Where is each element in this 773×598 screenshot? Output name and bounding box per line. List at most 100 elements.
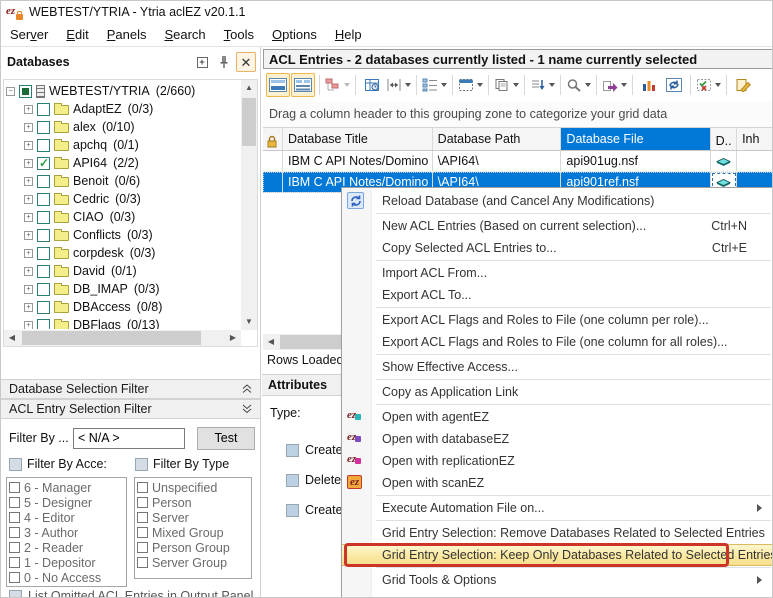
tree-item[interactable]: +DBFlags(0/13) <box>6 316 239 329</box>
tree-item[interactable]: +David(0/1) <box>6 262 239 280</box>
menu-tools[interactable]: Tools <box>215 24 263 45</box>
expand-all-button[interactable]: + <box>192 52 212 72</box>
tree-item[interactable]: +alex(0/10) <box>6 118 239 136</box>
list-item[interactable]: Server <box>137 510 251 525</box>
scroll-right-icon[interactable]: ▶ <box>225 330 241 346</box>
dropdown-icon[interactable] <box>621 83 627 87</box>
expand-icon[interactable]: + <box>24 195 33 204</box>
expand-icon[interactable]: + <box>24 321 33 330</box>
list-item[interactable]: Server Group <box>137 555 251 570</box>
tree-item[interactable]: +AdaptEZ(0/3) <box>6 100 239 118</box>
tree-checkbox[interactable] <box>37 193 50 206</box>
list-item[interactable]: Person Group <box>137 540 251 555</box>
search-button[interactable] <box>565 73 592 97</box>
menu-options[interactable]: Options <box>263 24 326 45</box>
column-header-database-title[interactable]: Database Title <box>283 128 433 150</box>
menu-item-import-acl[interactable]: Import ACL From... <box>342 262 773 284</box>
row-format-button[interactable] <box>421 73 448 97</box>
expand-icon[interactable]: + <box>24 123 33 132</box>
list-omitted-row[interactable]: List Omitted ACL Entries in Output Panel <box>9 589 253 598</box>
tree-checkbox[interactable] <box>37 265 50 278</box>
grouping-rows-button[interactable] <box>324 73 351 97</box>
checkbox[interactable] <box>137 542 148 553</box>
checkbox[interactable] <box>9 497 20 508</box>
scroll-up-icon[interactable]: ▲ <box>241 80 257 96</box>
list-item[interactable]: 4 - Editor <box>9 510 126 525</box>
tree-checkbox[interactable] <box>37 283 50 296</box>
tree-item[interactable]: +DBAccess(0/8) <box>6 298 239 316</box>
list-omitted-checkbox[interactable] <box>9 590 22 598</box>
freeze-pane-button[interactable] <box>360 73 384 97</box>
grid-row[interactable]: IBM C API Notes/Domino 9 \API64\ api901u… <box>263 151 773 172</box>
copy-button[interactable] <box>493 73 520 97</box>
expand-icon[interactable]: + <box>24 231 33 240</box>
scroll-left-icon[interactable]: ◀ <box>263 334 279 350</box>
tree-checkbox[interactable] <box>37 139 50 152</box>
menu-item-export-flags-per-role[interactable]: Export ACL Flags and Roles to File (one … <box>342 309 773 331</box>
tree-checkbox[interactable] <box>37 229 50 242</box>
export-button[interactable] <box>601 73 628 97</box>
menu-help[interactable]: Help <box>326 24 371 45</box>
dropdown-icon[interactable] <box>715 83 721 87</box>
tree-root-checkbox[interactable] <box>19 85 32 98</box>
checkbox[interactable] <box>286 474 299 487</box>
column-header-inherit[interactable]: Inh <box>737 128 773 150</box>
tree-checkbox[interactable] <box>37 103 50 116</box>
checkbox[interactable] <box>9 512 20 523</box>
checkbox[interactable] <box>137 527 148 538</box>
column-header-database-path[interactable]: Database Path <box>433 128 562 150</box>
cell-selection-button[interactable] <box>457 73 484 97</box>
checkbox[interactable] <box>9 482 20 493</box>
acl-entry-selection-filter-bar[interactable]: ACL Entry Selection Filter <box>1 399 260 419</box>
close-panel-button[interactable]: ✕ <box>236 52 256 72</box>
checkbox[interactable] <box>286 444 299 457</box>
database-selection-filter-bar[interactable]: Database Selection Filter <box>1 379 260 399</box>
checkbox[interactable] <box>9 542 20 553</box>
list-item[interactable]: Person <box>137 495 251 510</box>
list-item[interactable]: 6 - Manager <box>9 480 126 495</box>
sync-button[interactable] <box>662 73 686 97</box>
menu-item-copy-as-application-link[interactable]: Copy as Application Link <box>342 381 773 403</box>
expand-icon[interactable]: + <box>24 105 33 114</box>
grouped-view-button[interactable] <box>291 73 315 97</box>
collapse-icon[interactable]: − <box>6 87 15 96</box>
menu-item-grid-tools-options[interactable]: Grid Tools & Options <box>342 569 773 591</box>
filter-by-input[interactable] <box>73 428 185 449</box>
chart-button[interactable] <box>637 73 661 97</box>
menu-panels[interactable]: Panels <box>98 24 156 45</box>
menu-server[interactable]: Server <box>1 24 57 45</box>
tree-item[interactable]: +Cedric(0/3) <box>6 190 239 208</box>
scrollbar-thumb[interactable] <box>242 98 256 146</box>
checkbox[interactable] <box>137 497 148 508</box>
tree-horizontal-scrollbar[interactable]: ◀ ▶ <box>4 330 241 346</box>
checkbox[interactable] <box>137 557 148 568</box>
expand-icon[interactable]: + <box>24 177 33 186</box>
list-item[interactable]: 2 - Reader <box>9 540 126 555</box>
dropdown-icon[interactable] <box>549 83 555 87</box>
menu-item-export-acl[interactable]: Export ACL To... <box>342 284 773 306</box>
test-button[interactable]: Test <box>197 427 255 450</box>
column-header-d[interactable]: D.. <box>711 128 737 150</box>
expand-icon[interactable]: + <box>24 159 33 168</box>
column-header-database-file[interactable]: Database File <box>561 128 711 150</box>
dropdown-icon[interactable] <box>405 83 411 87</box>
tree-item[interactable]: +DB_IMAP(0/3) <box>6 280 239 298</box>
pin-button[interactable] <box>214 52 234 72</box>
tree-item-api64[interactable]: +API64(2/2) <box>6 154 239 172</box>
tree-checkbox[interactable] <box>37 319 50 330</box>
filter-by-access-checkbox[interactable] <box>9 458 22 471</box>
dropdown-icon[interactable] <box>585 83 591 87</box>
list-item[interactable]: 0 - No Access <box>9 570 126 585</box>
menu-item-open-with-agentez[interactable]: ezOpen with agentEZ <box>342 406 773 428</box>
edit-button[interactable] <box>731 73 755 97</box>
lock-column-header[interactable] <box>263 128 283 150</box>
cell-database-path[interactable]: \API64\ <box>433 151 562 171</box>
checkbox[interactable] <box>286 504 299 517</box>
tree-root[interactable]: − WEBTEST/YTRIA (2/660) <box>6 82 239 100</box>
list-item[interactable]: 5 - Designer <box>9 495 126 510</box>
tree-item[interactable]: +apchq(0/1) <box>6 136 239 154</box>
cell-database-title[interactable]: IBM C API Notes/Domino 9 <box>283 151 433 171</box>
menu-item-reload-database[interactable]: Reload Database (and Cancel Any Modifica… <box>342 190 773 212</box>
tree-vertical-scrollbar[interactable]: ▲ ▼ <box>241 80 257 330</box>
list-item[interactable]: 3 - Author <box>9 525 126 540</box>
